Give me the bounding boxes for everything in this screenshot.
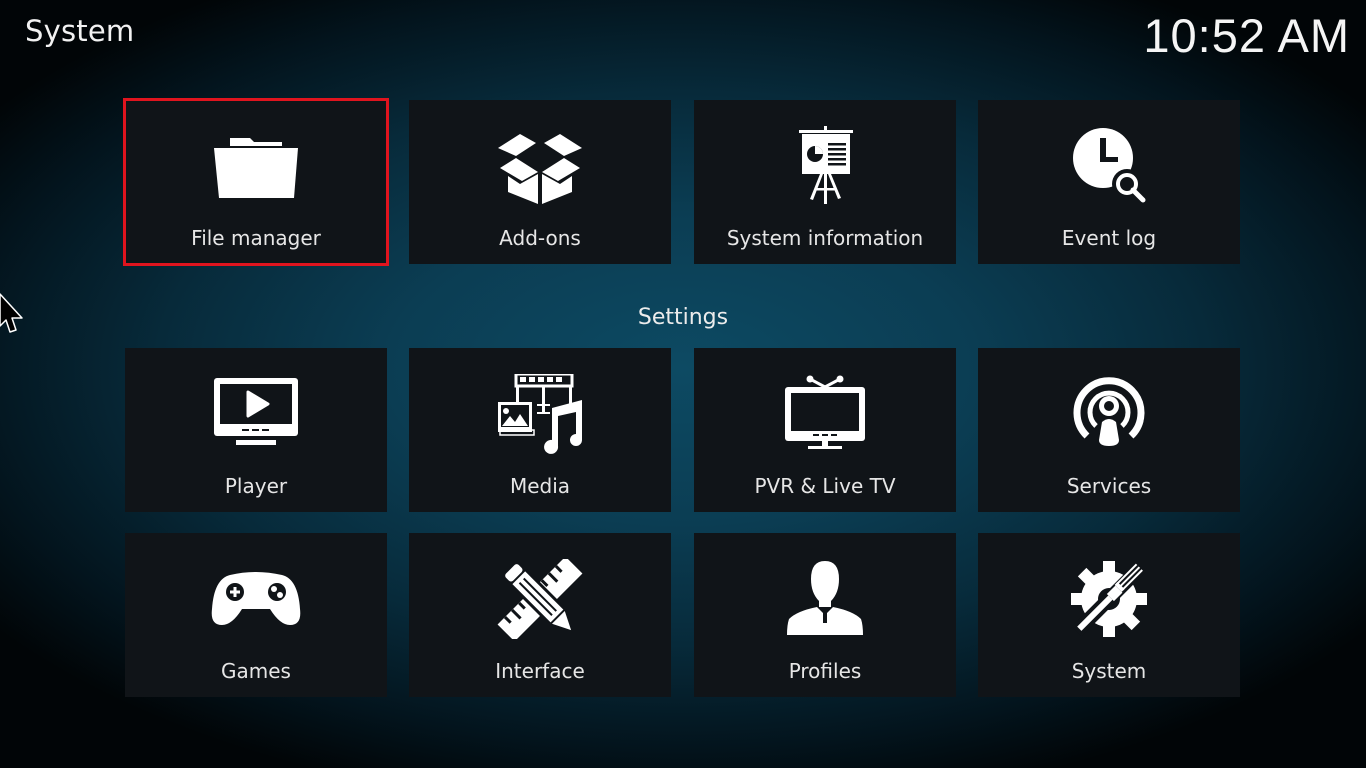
clock: 10:52 AM [1143,9,1350,62]
broadcast-person-icon [1059,374,1159,454]
tile-label: System information [726,226,924,250]
tile-label: Media [509,474,571,498]
open-box-icon [490,126,590,206]
mouse-pointer-icon [0,282,30,342]
ruler-pencil-icon [490,559,590,639]
tile-services[interactable]: Services [978,348,1240,512]
folder-icon [206,126,306,206]
tile-file-manager[interactable]: File manager [123,98,389,266]
tile-label: Add-ons [499,226,581,250]
tile-interface[interactable]: Interface [409,533,671,697]
tile-player[interactable]: Player [125,348,387,512]
tile-label: File manager [191,226,321,250]
tile-event-log[interactable]: Event log [978,100,1240,264]
tile-label: Services [1066,474,1152,498]
window-title: System [25,14,135,48]
tile-label: Profiles [788,659,862,683]
presentation-board-icon [775,126,875,206]
monitor-play-icon [206,374,306,454]
tile-label: System [1071,659,1147,683]
tile-system-information[interactable]: System information [694,100,956,264]
tile-games[interactable]: Games [125,533,387,697]
gear-wrench-icon [1059,559,1159,639]
tv-antenna-icon [775,374,875,454]
tile-label: PVR & Live TV [754,474,896,498]
tile-label: Interface [495,659,585,683]
tile-media[interactable]: Media [409,348,671,512]
person-silhouette-icon [775,559,875,639]
clock-search-icon [1059,126,1159,206]
media-film-image-music-icon [490,374,590,454]
settings-section-title: Settings [637,305,729,330]
tile-add-ons[interactable]: Add-ons [409,100,671,264]
tile-system[interactable]: System [978,533,1240,697]
tile-label: Player [224,474,288,498]
tile-profiles[interactable]: Profiles [694,533,956,697]
tile-label: Event log [1061,226,1157,250]
tile-pvr-live-tv[interactable]: PVR & Live TV [694,348,956,512]
tile-label: Games [221,659,291,683]
gamepad-icon [206,559,306,639]
